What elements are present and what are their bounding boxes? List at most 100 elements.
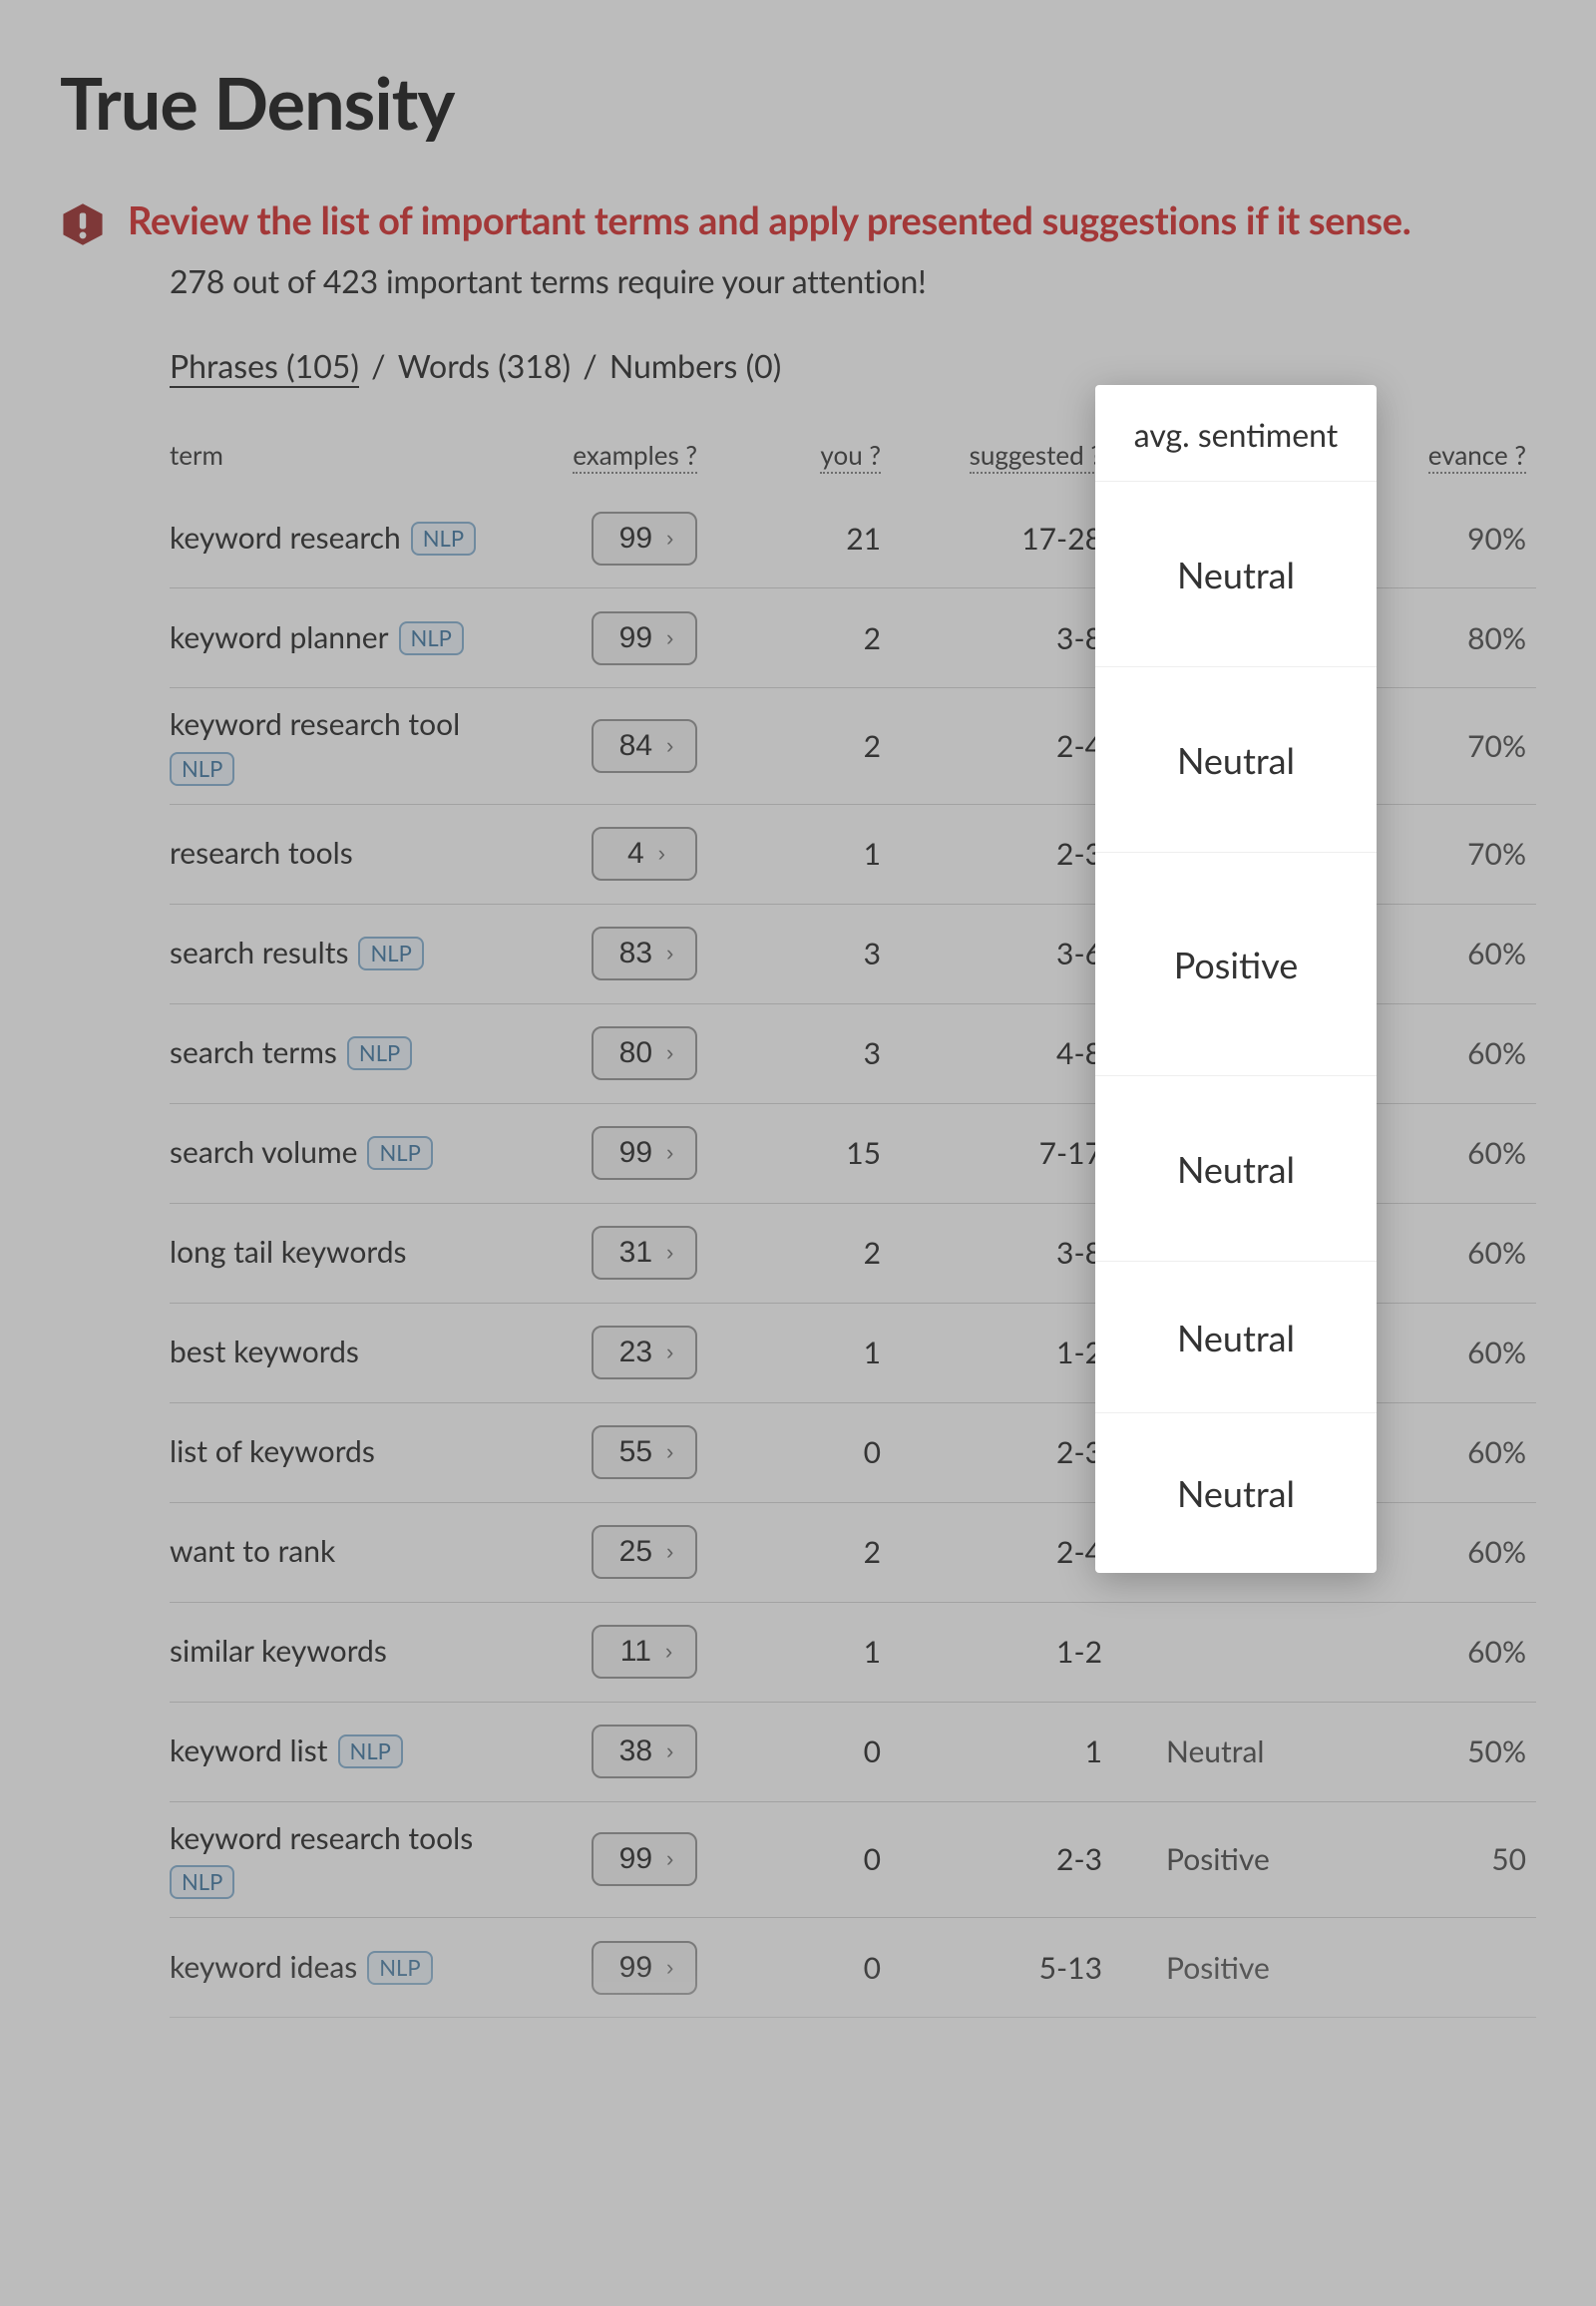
nlp-badge: NLP [367,1136,432,1170]
examples-count: 99 [619,522,652,556]
term-cell[interactable]: keyword ideasNLP [170,1949,539,1987]
term-cell[interactable]: similar keywords [170,1633,539,1671]
examples-button[interactable]: 84› [592,719,697,773]
term-text: search results [170,935,348,972]
term-cell[interactable]: search volume NLP [170,1134,539,1172]
examples-count: 31 [619,1236,652,1270]
examples-button[interactable]: 23› [592,1326,697,1379]
table-row: keyword ideasNLP99›05-13Positive [170,1918,1536,2018]
term-cell[interactable]: keyword listNLP [170,1732,539,1770]
term-cell[interactable]: search resultsNLP [170,935,539,972]
sentiment-cell: Neutral [1142,1335,1401,1370]
chevron-right-icon: › [666,733,673,759]
examples-cell: 99› [539,611,733,665]
sentiment-cell: Neutral [1142,1434,1401,1470]
suggested-cell: 2-4 [923,1534,1142,1570]
col-suggested[interactable]: suggested ? [923,439,1142,471]
table-body: keyword researchNLP99›2117-28Neutral90%k… [170,489,1536,2018]
suggested-cell: 3-8 [923,1235,1142,1271]
chevron-right-icon: › [666,1955,673,1981]
col-you[interactable]: you ? [733,439,923,471]
col-relevance[interactable]: evance ? [1401,439,1536,471]
you-cell: 0 [733,1950,923,1986]
table-header: term examples ? you ? suggested ? avg. s… [170,421,1536,489]
examples-button[interactable]: 99 › [592,1126,697,1180]
term-cell[interactable]: search termsNLP [170,1034,539,1072]
chevron-right-icon: › [666,1140,673,1166]
col-sentiment[interactable]: avg. sentiment [1142,439,1401,471]
examples-button[interactable]: 83› [592,927,697,980]
examples-button[interactable]: 99› [592,611,697,665]
examples-button[interactable]: 11› [592,1625,697,1679]
table-row: keyword listNLP38›01Neutral50% [170,1703,1536,1802]
examples-cell: 4› [539,827,733,881]
term-cell[interactable]: want to rank [170,1533,539,1571]
term-text: list of keywords [170,1433,375,1471]
suggested-cell: 3-8 [923,620,1142,656]
table-row: want to rank25›22-4Neutral60% [170,1503,1536,1603]
table-row: keyword research toolNLP84›22-4Neutral70… [170,688,1536,805]
suggested-cell: 7-17 [923,1135,1142,1171]
examples-count: 4 [627,837,644,871]
examples-cell: 23› [539,1326,733,1379]
you-cell: 0 [733,1841,923,1877]
term-text: keyword planner [170,619,389,657]
examples-count: 99 [619,1136,652,1170]
sentiment-cell: Neutral [1142,1235,1401,1271]
chevron-right-icon: › [658,841,665,867]
relevance-cell: 80% [1401,620,1536,656]
term-cell[interactable]: best keywords [170,1334,539,1371]
suggested-cell: 2-4 [923,728,1142,764]
chevron-right-icon: › [666,1846,673,1872]
examples-button[interactable]: 55› [592,1425,697,1479]
examples-count: 99 [619,621,652,655]
relevance-cell: 60% [1401,1035,1536,1071]
term-text: search volume [170,1134,357,1172]
term-text: want to rank [170,1533,335,1571]
term-cell[interactable]: list of keywords [170,1433,539,1471]
relevance-cell: 60% [1401,1434,1536,1470]
term-cell[interactable]: long tail keywords [170,1234,539,1272]
relevance-cell: 60% [1401,1534,1536,1570]
col-examples[interactable]: examples ? [539,439,733,471]
examples-button[interactable]: 31› [592,1226,697,1280]
tab-phrases[interactable]: Phrases (105) [170,346,359,388]
examples-button[interactable]: 99› [592,512,697,566]
tab-words[interactable]: Words (318) [398,346,571,385]
chevron-right-icon: › [666,1340,673,1365]
examples-button[interactable]: 38› [592,1725,697,1778]
examples-cell: 55› [539,1425,733,1479]
term-cell[interactable]: research tools [170,835,539,873]
suggested-cell: 2-3 [923,836,1142,872]
nlp-badge: NLP [170,752,234,786]
examples-count: 11 [620,1635,651,1669]
chevron-right-icon: › [666,1738,673,1764]
alert-icon [60,195,128,251]
examples-button[interactable]: 4› [592,827,697,881]
examples-button[interactable]: 99› [592,1832,697,1886]
examples-count: 99 [619,1951,652,1985]
tab-numbers[interactable]: Numbers (0) [609,346,781,385]
table-row: similar keywords11›11-260% [170,1603,1536,1703]
relevance-cell: 60% [1401,1634,1536,1670]
you-cell: 1 [733,836,923,872]
you-cell: 1 [733,1634,923,1670]
term-cell[interactable]: keyword research toolNLP [170,706,539,786]
term-text: best keywords [170,1334,359,1371]
examples-cell: 11› [539,1625,733,1679]
suggested-cell: 2-3 [923,1841,1142,1877]
term-cell[interactable]: keyword planner NLP [170,619,539,657]
relevance-cell: 60% [1401,936,1536,971]
examples-count: 25 [619,1535,652,1569]
term-cell[interactable]: keyword researchNLP [170,520,539,558]
examples-button[interactable]: 25› [592,1525,697,1579]
term-cell[interactable]: keyword research toolsNLP [170,1820,539,1900]
examples-cell: 84› [539,719,733,773]
relevance-cell: 70% [1401,728,1536,764]
examples-button[interactable]: 99 › [592,1941,697,1995]
suggested-cell: 5-13 [923,1950,1142,1986]
you-cell: 1 [733,1335,923,1370]
examples-count: 83 [619,937,652,970]
nlp-badge: NLP [399,621,464,655]
examples-button[interactable]: 80› [592,1026,697,1080]
